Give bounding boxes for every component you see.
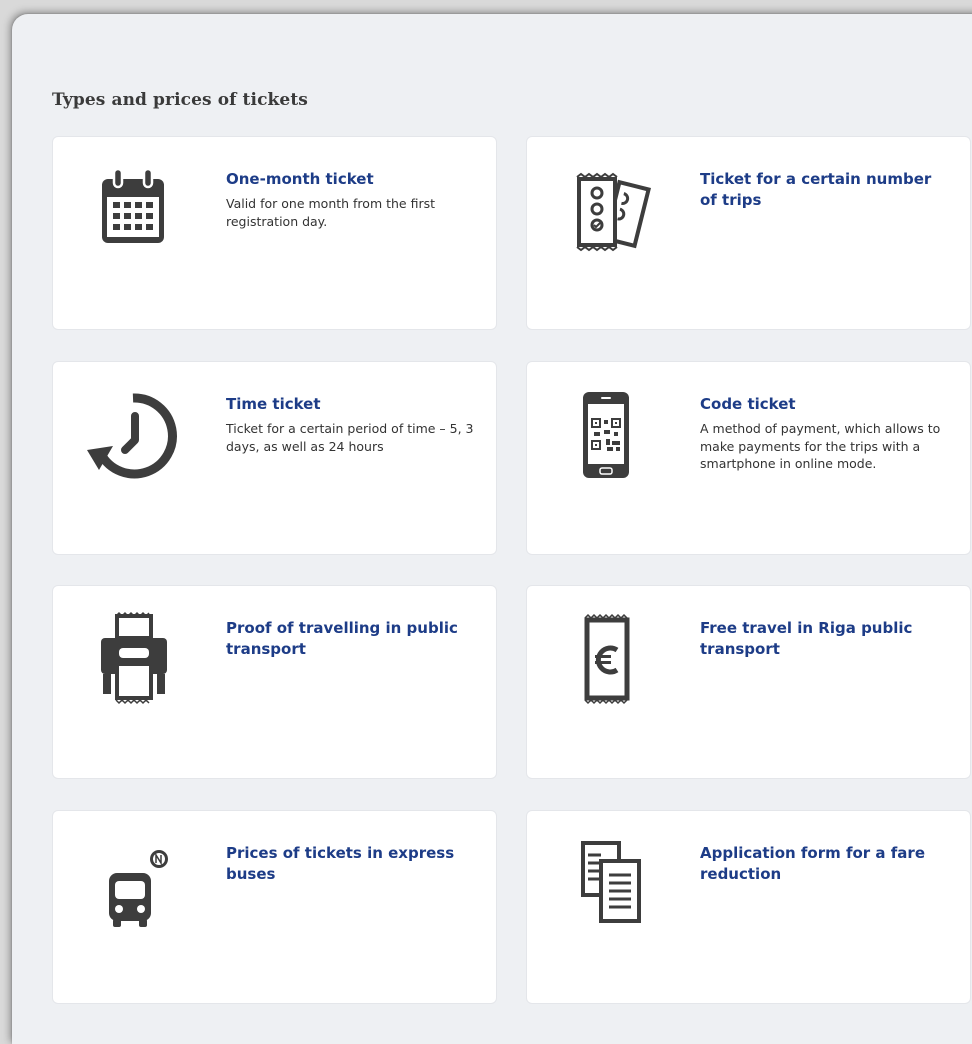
card-title[interactable]: Code ticket xyxy=(700,394,950,415)
ticket-card-free-travel[interactable]: Free travel in Riga public transport xyxy=(526,585,971,779)
ticket-card-proof[interactable]: Proof of travelling in public transport xyxy=(52,585,497,779)
clock-back-icon xyxy=(83,384,183,484)
ticket-card-one-month[interactable]: One-month ticket Valid for one month fro… xyxy=(52,136,497,330)
card-title[interactable]: Application form for a fare reduction xyxy=(700,843,950,885)
euro-ticket-icon xyxy=(557,608,657,708)
ticket-card-code[interactable]: Code ticket A method of payment, which a… xyxy=(526,361,971,555)
card-title[interactable]: Proof of travelling in public transport xyxy=(226,618,476,660)
card-title[interactable]: Ticket for a certain number of trips xyxy=(700,169,950,211)
documents-icon xyxy=(557,833,657,933)
ticket-card-trips[interactable]: Ticket for a certain number of trips xyxy=(526,136,971,330)
card-description: A method of payment, which allows to mak… xyxy=(700,421,941,471)
card-title[interactable]: Time ticket xyxy=(226,394,476,415)
card-title[interactable]: Free travel in Riga public transport xyxy=(700,618,950,660)
card-description: Valid for one month from the first regis… xyxy=(226,196,436,229)
express-bus-icon xyxy=(83,833,183,933)
smartphone-qr-icon xyxy=(557,384,657,484)
ticket-printer-icon xyxy=(83,608,183,708)
ticket-card-time[interactable]: Time ticket Ticket for a certain period … xyxy=(52,361,497,555)
calendar-icon xyxy=(83,159,183,259)
card-description: Ticket for a certain period of time – 5,… xyxy=(226,421,474,454)
ticket-card-fare-reduction[interactable]: Application form for a fare reduction xyxy=(526,810,971,1004)
trip-tickets-icon xyxy=(557,159,657,259)
card-title[interactable]: One-month ticket xyxy=(226,169,476,190)
ticket-card-express-buses[interactable]: Prices of tickets in express buses xyxy=(52,810,497,1004)
section-title: Types and prices of tickets xyxy=(52,90,308,110)
card-title[interactable]: Prices of tickets in express buses xyxy=(226,843,476,885)
